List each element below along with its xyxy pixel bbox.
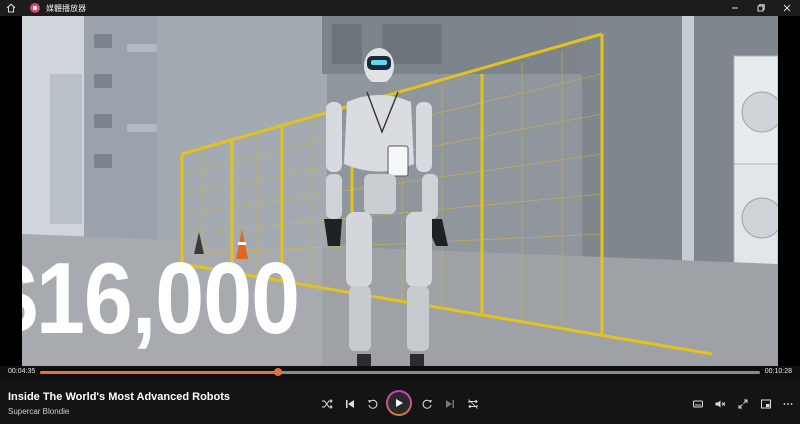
seek-bar[interactable] <box>40 368 760 376</box>
media-title: Inside The World's Most Advanced Robots <box>8 391 231 403</box>
forward-30-icon <box>422 399 432 409</box>
seek-progress <box>40 371 278 374</box>
home-icon <box>6 3 16 13</box>
previous-button[interactable] <box>341 395 359 413</box>
close-icon <box>783 4 791 12</box>
close-button[interactable] <box>774 0 800 16</box>
mini-player-button[interactable] <box>757 395 775 413</box>
minimize-icon <box>732 7 738 9</box>
captions-button[interactable] <box>689 395 707 413</box>
repeat-button[interactable] <box>464 395 482 413</box>
play-button-inner <box>388 392 410 414</box>
captions-icon <box>693 400 703 408</box>
seek-thumb[interactable] <box>273 368 282 376</box>
window-title: 媒體播放器 <box>46 3 86 13</box>
repeat-icon <box>468 399 478 409</box>
price-overlay-text: $16,000 <box>22 241 300 355</box>
play-button[interactable] <box>386 390 412 416</box>
volume-icon <box>715 400 726 408</box>
current-time: 00:04:35 <box>8 368 36 375</box>
video-frame[interactable]: $16,000 <box>22 14 778 366</box>
restore-icon <box>757 4 765 12</box>
shuffle-icon <box>322 399 333 409</box>
app-logo-icon <box>30 3 40 13</box>
fullscreen-icon <box>738 399 748 409</box>
rewind-10-button[interactable] <box>364 395 382 413</box>
total-time: 00:10:28 <box>764 368 792 375</box>
home-button[interactable] <box>0 0 22 16</box>
restore-button[interactable] <box>748 0 774 16</box>
play-icon <box>396 399 403 407</box>
rewind-10-icon <box>368 399 378 409</box>
more-icon <box>783 403 793 405</box>
more-button[interactable] <box>779 395 797 413</box>
previous-icon <box>346 400 354 408</box>
fullscreen-button[interactable] <box>734 395 752 413</box>
mini-player-icon <box>761 399 771 409</box>
media-subtitle: Supercar Blondie <box>8 407 70 416</box>
shuffle-button[interactable] <box>318 395 336 413</box>
title-bar: 媒體播放器 <box>0 0 800 16</box>
forward-30-button[interactable] <box>418 395 436 413</box>
minimize-button[interactable] <box>722 0 748 16</box>
next-icon <box>446 400 454 408</box>
next-button[interactable] <box>441 395 459 413</box>
volume-button[interactable] <box>711 395 729 413</box>
window-controls <box>722 0 800 16</box>
